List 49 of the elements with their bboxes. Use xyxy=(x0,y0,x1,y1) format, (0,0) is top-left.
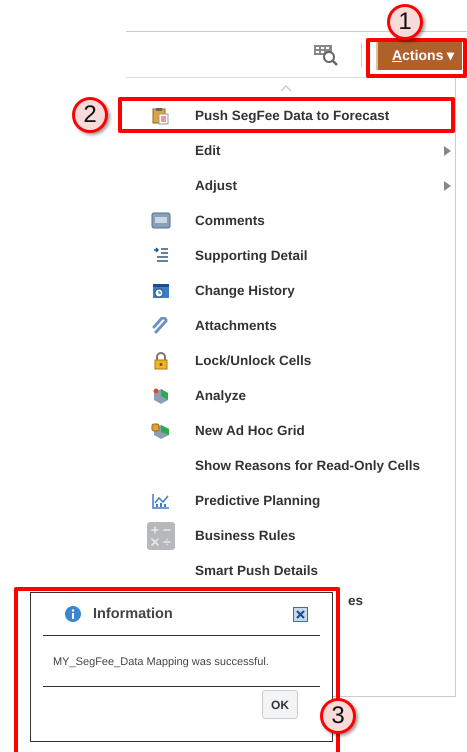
clipboard-icon xyxy=(152,106,170,124)
indent-list-icon xyxy=(152,247,168,264)
menu-item[interactable]: Adjust xyxy=(126,168,455,203)
info-icon xyxy=(65,606,81,622)
calculator-icon xyxy=(146,522,174,550)
menu-item[interactable]: Predictive Planning xyxy=(126,483,455,518)
menu-item-label: Analyze xyxy=(195,388,246,403)
step-number: 3 xyxy=(320,698,356,734)
comment-icon xyxy=(150,212,170,229)
step-number: 2 xyxy=(72,97,108,133)
menu-item-label: Comments xyxy=(195,213,265,228)
menu-item-label: Smart Push Details xyxy=(195,563,318,578)
cubes-icon xyxy=(150,422,170,440)
menu-item-label: Show Reasons for Read-Only Cells xyxy=(195,458,420,473)
menu-item[interactable]: Supporting Detail xyxy=(126,238,455,273)
dialog-message: MY_SegFee_Data Mapping was successful. xyxy=(43,636,320,687)
menu-item[interactable]: Comments xyxy=(126,203,455,238)
menu-item-label: Change History xyxy=(195,283,295,298)
menu-item[interactable]: Edit xyxy=(126,133,455,168)
paperclip-icon xyxy=(152,316,170,334)
menu-item-label: Attachments xyxy=(195,318,277,333)
menu-item-label: Edit xyxy=(195,143,220,158)
line-chart-icon xyxy=(152,492,170,508)
menu-item[interactable]: Change History xyxy=(126,273,455,308)
menu-item[interactable]: Analyze xyxy=(126,378,455,413)
menu-item[interactable]: Business Rules xyxy=(126,518,455,553)
menu-item-label: New Ad Hoc Grid xyxy=(195,423,305,438)
menu-item-label: Business Rules xyxy=(195,528,296,543)
actions-button[interactable]: Actions ▾ xyxy=(376,39,462,70)
menu-item[interactable]: Push SegFee Data to Forecast xyxy=(126,98,455,133)
menu-item[interactable]: Show Reasons for Read-Only Cells xyxy=(126,448,455,483)
menu-item[interactable]: New Ad Hoc Grid xyxy=(126,413,455,448)
lock-icon xyxy=(154,352,168,370)
menu-item[interactable]: Attachments xyxy=(126,308,455,343)
menu-item[interactable]: Smart Push Details xyxy=(126,553,455,588)
step-number: 1 xyxy=(387,4,423,40)
ok-button[interactable]: OK xyxy=(262,690,298,719)
close-icon[interactable] xyxy=(293,606,308,622)
menu-item-label: Predictive Planning xyxy=(195,493,320,508)
menu-item-label: Supporting Detail xyxy=(195,248,308,263)
cube-icon xyxy=(152,386,170,404)
menu-item-label: es xyxy=(348,592,364,608)
menu-item-label: Adjust xyxy=(195,178,237,193)
menu-item-label: Lock/Unlock Cells xyxy=(195,353,312,368)
menu-item[interactable]: Lock/Unlock Cells xyxy=(126,343,455,378)
dialog-title: Information xyxy=(93,606,173,622)
calendar-clock-icon xyxy=(152,282,170,299)
grid-search-icon[interactable] xyxy=(313,44,339,66)
menu-item-label: Push SegFee Data to Forecast xyxy=(195,108,390,123)
